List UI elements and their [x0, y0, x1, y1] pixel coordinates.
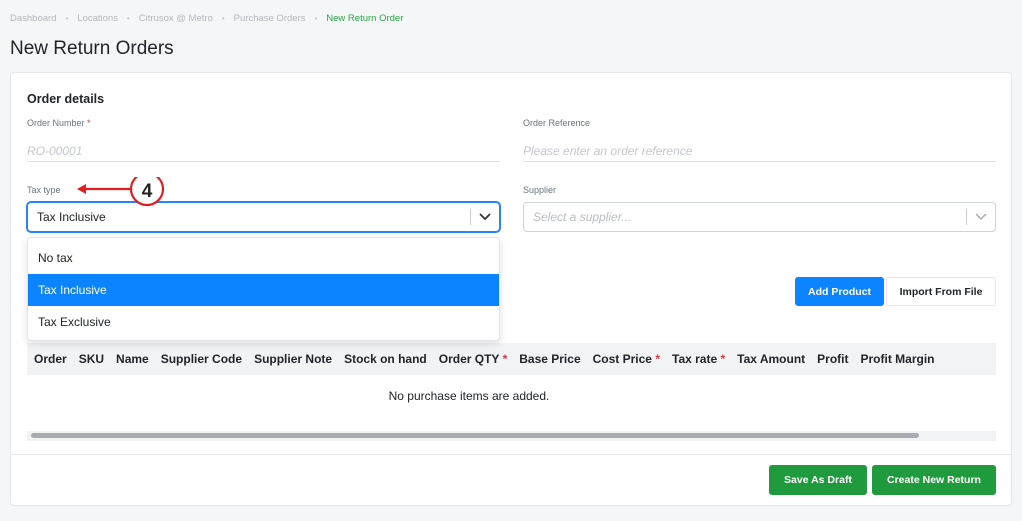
tax-option-tax-exclusive[interactable]: Tax Exclusive: [28, 306, 499, 338]
tax-option-tax-inclusive[interactable]: Tax Inclusive: [28, 274, 499, 306]
annotation-number: 4: [141, 181, 153, 202]
supplier-placeholder: Select a supplier...: [533, 210, 632, 224]
column-header: Supplier Code: [160, 352, 243, 366]
column-header: Profit Margin: [860, 352, 935, 366]
tax-type-value: Tax Inclusive: [37, 210, 106, 224]
table-header: Order SKU Name Supplier Code Supplier No…: [27, 343, 996, 375]
column-header: Stock on hand: [344, 352, 427, 366]
footer-divider: [11, 454, 1011, 455]
scrollbar-thumb[interactable]: [31, 433, 919, 438]
supplier-select[interactable]: Select a supplier...: [523, 202, 996, 232]
chevron-down-icon[interactable]: [967, 213, 995, 221]
column-header: Cost Price *: [592, 352, 660, 366]
order-number-input[interactable]: [27, 140, 500, 162]
chevron-down-icon[interactable]: [471, 213, 499, 221]
breadcrumb-locations[interactable]: Locations: [77, 13, 118, 24]
column-header: Supplier Note: [254, 352, 333, 366]
required-marker: *: [720, 352, 726, 366]
column-header: Tax Amount: [737, 352, 806, 366]
horizontal-scrollbar[interactable]: [27, 431, 996, 441]
column-header: Name: [116, 352, 149, 366]
column-header: Order QTY *: [438, 352, 508, 366]
order-reference-label: Order Reference: [523, 118, 591, 128]
tax-option-no-tax[interactable]: No tax: [28, 242, 499, 274]
save-as-draft-button[interactable]: Save As Draft: [769, 465, 867, 495]
add-product-button[interactable]: Add Product: [795, 277, 884, 306]
column-header: Order: [34, 352, 67, 366]
order-reference-input[interactable]: [523, 140, 996, 162]
order-number-label: Order Number *: [27, 118, 91, 128]
breadcrumb-separator: •: [65, 14, 69, 23]
breadcrumb-purchase-orders[interactable]: Purchase Orders: [234, 13, 306, 24]
tax-type-label: Tax type: [27, 185, 61, 195]
breadcrumb-location[interactable]: Citrusox @ Metro: [139, 13, 213, 24]
breadcrumb-dashboard[interactable]: Dashboard: [10, 13, 56, 24]
breadcrumb-separator: •: [126, 14, 130, 23]
column-header: Base Price: [519, 352, 581, 366]
page-title: New Return Orders: [10, 38, 174, 59]
breadcrumb-separator: •: [314, 14, 318, 23]
column-header: Profit: [817, 352, 849, 366]
column-header: SKU: [78, 352, 105, 366]
supplier-label: Supplier: [523, 185, 557, 195]
create-new-return-button[interactable]: Create New Return: [872, 465, 996, 495]
order-form-card: Order details Order Number * Order Refer…: [10, 72, 1012, 506]
import-from-file-button[interactable]: Import From File: [886, 277, 996, 306]
tax-type-dropdown: No tax Tax Inclusive Tax Exclusive: [27, 237, 500, 341]
required-marker: *: [655, 352, 660, 366]
breadcrumb: Dashboard • Locations • Citrusox @ Metro…: [10, 13, 403, 24]
breadcrumb-separator: •: [221, 14, 225, 23]
required-marker: *: [87, 118, 91, 128]
column-header: Tax rate *: [672, 352, 726, 366]
required-marker: *: [502, 352, 508, 366]
breadcrumb-current: New Return Order: [326, 13, 404, 24]
empty-table-message: No purchase items are added.: [388, 389, 550, 403]
section-title: Order details: [27, 92, 105, 106]
